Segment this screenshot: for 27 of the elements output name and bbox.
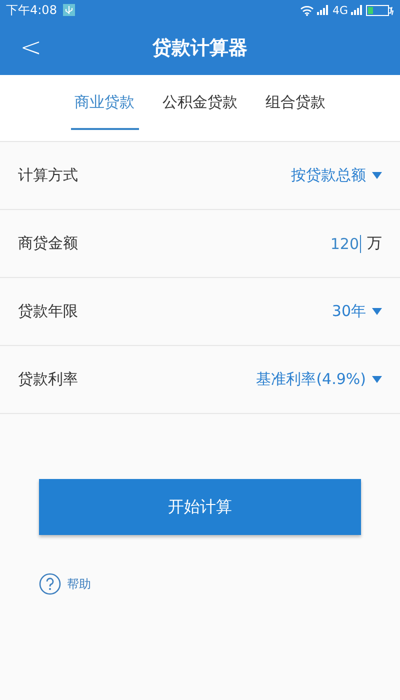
amount-field[interactable]: 120 (330, 234, 361, 252)
dropdown-select[interactable]: 按贷款总额 (291, 166, 382, 185)
loan-type-tab[interactable]: 商业贷款 (70, 76, 138, 130)
calculate-button[interactable]: 开始计算 (39, 479, 361, 535)
row-label: 商贷金额 (18, 234, 79, 253)
network-label: 4G (332, 4, 348, 16)
row-label: 贷款年限 (18, 302, 79, 321)
dropdown-select[interactable]: 30年 (332, 302, 382, 321)
help-icon[interactable] (39, 573, 61, 595)
signal-icon (317, 5, 330, 15)
caret-icon (372, 172, 382, 179)
loan-type-tab[interactable]: 组合贷款 (262, 76, 330, 130)
usb-icon (62, 4, 75, 16)
back-button[interactable]: < (14, 32, 48, 62)
dropdown-select[interactable]: 基准利率(4.9%) (256, 370, 382, 389)
caret-icon (372, 376, 382, 383)
row-label: 计算方式 (18, 166, 79, 185)
wifi-icon (300, 4, 314, 16)
unit-label: 万 (367, 234, 382, 253)
caret-icon (372, 308, 382, 315)
loan-type-tab[interactable]: 公积金贷款 (158, 76, 242, 130)
page-title: 贷款计算器 (152, 36, 248, 60)
row-label: 贷款利率 (18, 370, 79, 389)
help-link[interactable]: 帮助 (67, 576, 91, 592)
status-time: 下午4:08 (6, 2, 57, 18)
battery-icon (366, 4, 394, 16)
signal-icon (351, 5, 363, 15)
